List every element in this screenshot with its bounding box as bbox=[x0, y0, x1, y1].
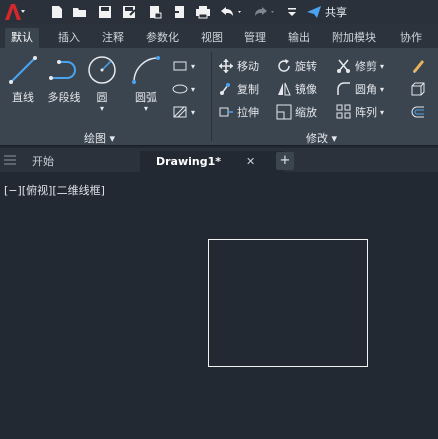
tab-manage[interactable]: 管理 bbox=[238, 28, 272, 48]
save-as-icon[interactable] bbox=[120, 3, 138, 21]
open-web-icon[interactable] bbox=[146, 3, 164, 21]
mirror-button[interactable]: 镜像 bbox=[276, 79, 317, 99]
rectangle-icon bbox=[173, 61, 187, 71]
tab-parametric[interactable]: 参数化 bbox=[140, 28, 185, 48]
copy-icon bbox=[220, 83, 230, 95]
fillet-label: 圆角 bbox=[355, 83, 377, 96]
menu-icon[interactable] bbox=[4, 155, 16, 165]
tab-drawing1-label: Drawing1* bbox=[156, 155, 222, 168]
circle-button[interactable]: 圆 ▾ bbox=[86, 54, 118, 113]
fillet-button[interactable]: 圆角 ▾ bbox=[336, 79, 384, 99]
share-button[interactable]: 共享 bbox=[306, 3, 347, 21]
copy-button[interactable]: 复制 bbox=[218, 79, 259, 99]
save-icon[interactable] bbox=[96, 3, 114, 21]
line-label: 直线 bbox=[12, 91, 34, 104]
trim-button[interactable]: 修剪 ▾ bbox=[336, 56, 384, 76]
trim-label: 修剪 bbox=[355, 60, 377, 73]
line-button[interactable]: 直线 bbox=[6, 54, 40, 105]
tab-output[interactable]: 输出 bbox=[282, 28, 316, 48]
stretch-label: 拉伸 bbox=[237, 106, 259, 119]
chevron-down-icon[interactable]: ▾ bbox=[86, 105, 118, 113]
ribbon-panel: 直线 多段线 圆 ▾ 圆弧 ▾ ▾ ▾ ▾ 绘图 ▾ 移动 旋转 修剪 ▾ 复制… bbox=[0, 48, 438, 146]
document-tab-bar: 开始 Drawing1* ✕ + bbox=[0, 148, 438, 172]
modify-panel-title[interactable]: 修改 ▾ bbox=[306, 130, 337, 146]
save-web-icon[interactable] bbox=[170, 3, 188, 21]
polyline-button[interactable]: 多段线 bbox=[44, 54, 84, 105]
rectangle-button[interactable]: ▾ bbox=[172, 56, 195, 76]
draw-panel-title[interactable]: 绘图 ▾ bbox=[84, 130, 115, 146]
line-icon bbox=[9, 56, 37, 84]
tab-collaborate[interactable]: 协作 bbox=[394, 28, 428, 48]
move-icon bbox=[219, 59, 233, 73]
scale-label: 缩放 bbox=[295, 106, 317, 119]
polyline-icon bbox=[49, 60, 76, 80]
tab-default[interactable]: 默认 bbox=[5, 28, 39, 48]
offset-icon bbox=[411, 106, 424, 118]
polyline-label: 多段线 bbox=[47, 91, 81, 104]
stretch-button[interactable]: 拉伸 bbox=[218, 102, 259, 122]
eraser-icon bbox=[413, 60, 424, 73]
trim-icon bbox=[337, 59, 350, 73]
tab-annotate[interactable]: 注释 bbox=[96, 28, 130, 48]
close-icon[interactable]: ✕ bbox=[246, 151, 255, 172]
tab-addins[interactable]: 附加模块 bbox=[326, 28, 382, 48]
open-icon[interactable] bbox=[70, 3, 90, 21]
tab-view[interactable]: 视图 bbox=[195, 28, 229, 48]
plot-icon[interactable] bbox=[194, 3, 212, 21]
chevron-down-icon[interactable]: ▾ bbox=[128, 105, 164, 113]
hatch-button-2[interactable]: ▾ bbox=[172, 102, 195, 122]
tab-insert[interactable]: 插入 bbox=[52, 28, 86, 48]
rotate-button[interactable]: 旋转 bbox=[276, 56, 317, 76]
erase-button[interactable] bbox=[410, 56, 426, 76]
rotate-label: 旋转 bbox=[295, 60, 317, 73]
new-icon[interactable] bbox=[48, 3, 66, 21]
circle-label: 圆 bbox=[96, 91, 108, 104]
mirror-icon bbox=[278, 82, 291, 96]
fillet-icon bbox=[337, 82, 350, 95]
move-button[interactable]: 移动 bbox=[218, 56, 259, 76]
cube-icon bbox=[411, 82, 425, 96]
new-tab-button[interactable]: + bbox=[276, 152, 294, 170]
arc-icon bbox=[132, 56, 160, 84]
arc-button[interactable]: 圆弧 ▾ bbox=[128, 54, 164, 113]
move-label: 移动 bbox=[237, 60, 259, 73]
explode-button[interactable] bbox=[410, 79, 426, 99]
hatch-button[interactable]: ▾ bbox=[172, 79, 195, 99]
stretch-icon bbox=[219, 107, 233, 117]
hatch-icon bbox=[173, 106, 187, 118]
ellipse-icon bbox=[172, 84, 188, 94]
offset-button[interactable] bbox=[410, 102, 426, 122]
scale-icon bbox=[276, 104, 292, 120]
drawn-rectangle[interactable] bbox=[208, 239, 368, 367]
tab-drawing1[interactable]: Drawing1* ✕ bbox=[140, 151, 284, 172]
redo-icon[interactable] bbox=[252, 3, 278, 21]
ribbon-tab-bar: 默认 插入 注释 参数化 视图 管理 输出 附加模块 协作 bbox=[0, 24, 438, 48]
mirror-label: 镜像 bbox=[295, 83, 317, 96]
share-icon bbox=[307, 6, 321, 18]
rotate-icon bbox=[278, 59, 290, 72]
array-label: 阵列 bbox=[355, 106, 377, 119]
array-icon bbox=[336, 104, 351, 119]
circle-icon bbox=[88, 56, 116, 84]
panel-divider bbox=[211, 52, 212, 141]
array-button[interactable]: 阵列 ▾ bbox=[336, 102, 384, 122]
share-label: 共享 bbox=[325, 6, 347, 19]
customize-icon[interactable] bbox=[286, 3, 298, 21]
scale-button[interactable]: 缩放 bbox=[276, 102, 317, 122]
undo-icon[interactable] bbox=[218, 3, 244, 21]
tab-start[interactable]: 开始 bbox=[24, 151, 144, 172]
app-logo-icon[interactable] bbox=[3, 2, 25, 22]
quick-access-toolbar: 共享 bbox=[0, 0, 438, 24]
copy-label: 复制 bbox=[237, 83, 259, 96]
arc-label: 圆弧 bbox=[135, 91, 157, 104]
viewport-controls[interactable]: [−][俯视][二维线框] bbox=[4, 182, 105, 198]
